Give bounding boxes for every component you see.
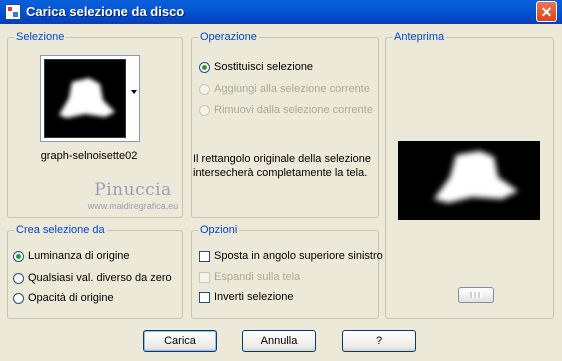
checkbox-sposta[interactable]: Sposta in angolo superiore sinistro [199, 250, 383, 262]
radio-button[interactable] [13, 272, 24, 284]
watermark-url: www.maidiregrafica.eu [87, 201, 179, 211]
crea-selezione-legend: Crea selezione da [14, 224, 107, 236]
title-bar[interactable]: Carica selezione da disco ✕ [0, 0, 562, 24]
carica-button[interactable]: Carica [143, 330, 217, 352]
radio-opacita[interactable]: Opacità di origine [13, 292, 114, 304]
radio-aggiungi: Aggiungi alla selezione corrente [199, 83, 370, 95]
watermark-name: Pinuccia [94, 180, 172, 200]
checkbox-inverti[interactable]: Inverti selezione [199, 291, 294, 303]
help-button[interactable]: ? [342, 330, 416, 352]
selection-thumbnail [44, 59, 126, 138]
app-icon [5, 4, 21, 20]
checkbox-disabled [199, 271, 210, 283]
radio-qualsiasi[interactable]: Qualsiasi val. diverso da zero [13, 272, 172, 284]
operation-description: Il rettangolo originale della selezione … [193, 153, 371, 179]
checkbox-espandi: Espandi sulla tela [199, 271, 300, 283]
opzioni-legend: Opzioni [198, 224, 240, 236]
checkbox[interactable] [199, 250, 210, 262]
radio-button-selected[interactable] [199, 61, 210, 73]
preview-zoom-button[interactable] [458, 287, 494, 303]
radio-button[interactable] [13, 292, 24, 304]
operazione-legend: Operazione [198, 31, 259, 43]
chevron-down-icon[interactable] [131, 90, 137, 94]
zoom-icon [470, 292, 482, 298]
radio-button-disabled [199, 104, 210, 116]
radio-label: Sostituisci selezione [214, 61, 314, 73]
checkbox-label: Sposta in angolo superiore sinistro [214, 250, 383, 262]
checkbox[interactable] [199, 291, 210, 303]
radio-label: Opacità di origine [28, 292, 114, 304]
window-title: Carica selezione da disco [26, 4, 185, 19]
radio-sostituisci[interactable]: Sostituisci selezione [199, 61, 313, 73]
checkbox-label: Espandi sulla tela [214, 271, 301, 283]
radio-button-disabled [199, 83, 210, 95]
radio-label: Aggiungi alla selezione corrente [214, 83, 370, 95]
radio-label: Luminanza di origine [28, 250, 130, 262]
radio-label: Qualsiasi val. diverso da zero [28, 272, 172, 284]
anteprima-legend: Anteprima [392, 31, 447, 43]
annulla-button[interactable]: Annulla [242, 330, 316, 352]
radio-button-selected[interactable] [13, 250, 24, 262]
preview-image [398, 141, 540, 220]
checkbox-label: Inverti selezione [214, 291, 294, 303]
selection-thumbnail-dropdown[interactable] [40, 55, 140, 142]
selezione-legend: Selezione [14, 31, 67, 43]
radio-luminanza[interactable]: Luminanza di origine [13, 250, 130, 262]
watermark: Pinuccia www.maidiregrafica.eu [68, 180, 198, 211]
dialog-window: Carica selezione da disco ✕ Selezione gr… [0, 0, 562, 361]
radio-rimuovi: Rimuovi dalla selezione corrente [199, 104, 373, 116]
selection-file-name: graph-selnoisette02 [40, 150, 138, 162]
radio-label: Rimuovi dalla selezione corrente [214, 104, 373, 116]
close-button[interactable]: ✕ [536, 1, 557, 22]
